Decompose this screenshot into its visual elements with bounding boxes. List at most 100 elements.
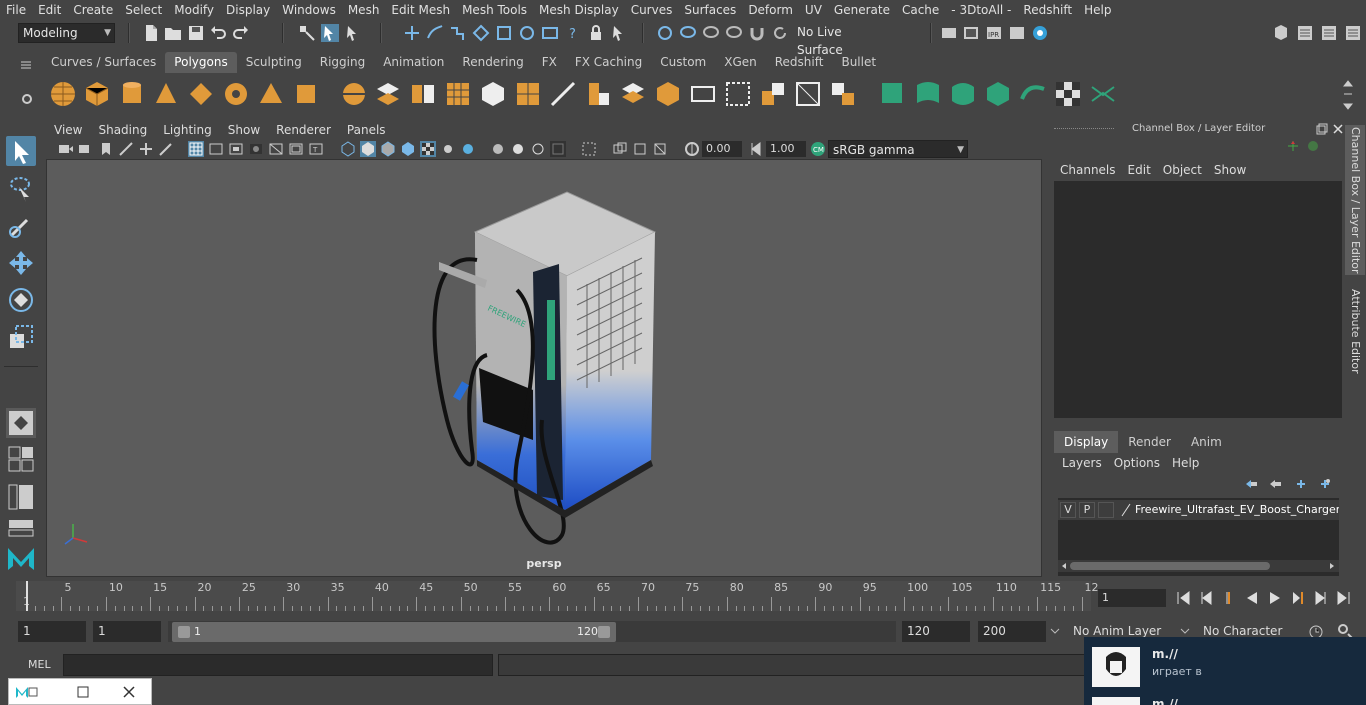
tab-xgen[interactable]: XGen (715, 52, 766, 73)
menu-redshift[interactable]: Redshift (1017, 0, 1078, 20)
remesh-icon[interactable] (513, 79, 543, 109)
exposure-icon[interactable] (684, 141, 700, 157)
exposure-field[interactable]: 0.00 (702, 141, 742, 157)
uv-layout-icon[interactable] (1088, 79, 1118, 109)
tab-bullet[interactable]: Bullet (832, 52, 885, 73)
uv-checker-icon[interactable] (1053, 79, 1083, 109)
textured-icon[interactable] (400, 141, 416, 157)
isolate-select-icon[interactable] (581, 141, 597, 157)
scroll-right-icon[interactable] (1328, 562, 1336, 570)
move-layer-up-icon[interactable] (1244, 478, 1258, 490)
save-scene-icon[interactable] (187, 24, 205, 42)
poly-pyramid-icon[interactable] (256, 79, 286, 109)
move-tool[interactable] (6, 248, 36, 278)
lights-icon[interactable] (460, 141, 476, 157)
refresh-icon[interactable] (771, 24, 789, 42)
lasso-icon[interactable] (679, 24, 697, 42)
panel-menu-view[interactable]: View (46, 121, 90, 139)
tab-animation[interactable]: Animation (374, 52, 453, 73)
menu-cache[interactable]: Cache (896, 0, 945, 20)
color-management-icon[interactable]: CM (810, 141, 826, 157)
tab-sculpting[interactable]: Sculpting (237, 52, 311, 73)
playback-start-field[interactable]: 1 (93, 621, 161, 642)
current-time-indicator[interactable] (26, 581, 28, 611)
uv-spherical-icon[interactable] (948, 79, 978, 109)
smooth-icon[interactable] (443, 79, 473, 109)
menu-file[interactable]: File (0, 0, 32, 20)
select-by-component-icon[interactable] (344, 24, 362, 42)
uv-planar-icon[interactable] (878, 79, 908, 109)
four-view-layout[interactable] (6, 444, 36, 474)
magnet-icon[interactable] (748, 24, 766, 42)
panel-menu-panels[interactable]: Panels (339, 121, 394, 139)
step-back-frame-icon[interactable] (1220, 589, 1238, 607)
layer-color-swatch-icon[interactable] (1118, 502, 1134, 518)
safe-title-icon[interactable]: T (308, 141, 324, 157)
tab-channel-box[interactable]: Channel Box / Layer Editor (1345, 125, 1365, 275)
step-forward-frame-icon[interactable] (1289, 589, 1307, 607)
select-camera-icon[interactable] (58, 141, 74, 157)
menu-edit[interactable]: Edit (32, 0, 67, 20)
bridge-icon[interactable] (653, 79, 683, 109)
panel-menu-shading[interactable]: Shading (90, 121, 155, 139)
wireframe-on-shaded-icon[interactable] (380, 141, 396, 157)
menu-display[interactable]: Display (220, 0, 276, 20)
panel-menu-lighting[interactable]: Lighting (155, 121, 220, 139)
live-surface-field[interactable]: No Live Surface (793, 23, 891, 57)
workspace-layout-icon[interactable] (1272, 24, 1290, 42)
uv-automatic-icon[interactable] (983, 79, 1013, 109)
scale-tool[interactable] (6, 322, 36, 352)
use-all-lights-icon[interactable] (420, 141, 436, 157)
anti-aliasing-icon[interactable] (530, 141, 546, 157)
grid-icon[interactable] (188, 141, 204, 157)
depth-of-field-icon[interactable] (550, 141, 566, 157)
poly-plane-icon[interactable] (186, 79, 216, 109)
gamma-icon[interactable] (748, 141, 764, 157)
safe-action-icon[interactable] (288, 141, 304, 157)
grease-pencil-icon[interactable] (158, 141, 174, 157)
combine-icon[interactable] (339, 79, 369, 109)
channel-menu-edit[interactable]: Edit (1122, 160, 1157, 180)
render-view-icon[interactable] (541, 24, 559, 42)
extrude-icon[interactable] (583, 79, 613, 109)
playback-end-field[interactable]: 120 (902, 621, 970, 642)
channel-box-toggle-icon[interactable] (1296, 24, 1314, 42)
tweak-icon[interactable] (725, 24, 743, 42)
move-layer-down-icon[interactable] (1268, 478, 1282, 490)
panel-menu-renderer[interactable]: Renderer (268, 121, 339, 139)
tab-fx-caching[interactable]: FX Caching (566, 52, 651, 73)
render-current-frame-icon[interactable] (962, 24, 980, 42)
layer-menu-help[interactable]: Help (1164, 453, 1203, 473)
uv-cylindrical-icon[interactable] (913, 79, 943, 109)
time-slider[interactable]: 1510152025303540455055606570758085909510… (16, 581, 1099, 611)
snap-grid-icon[interactable] (403, 24, 421, 42)
new-layer-selected-icon[interactable] (1318, 478, 1332, 490)
tab-custom[interactable]: Custom (651, 52, 715, 73)
poly-torus-icon[interactable] (221, 79, 251, 109)
new-layer-icon[interactable] (1294, 478, 1308, 490)
speed-icon[interactable] (1306, 139, 1320, 153)
menu-help[interactable]: Help (1078, 0, 1117, 20)
tab-rendering[interactable]: Rendering (453, 52, 532, 73)
poly-sphere-icon[interactable] (48, 79, 78, 109)
shadows-icon[interactable] (440, 141, 456, 157)
perspective-viewport[interactable]: FREEWIRE persp (46, 159, 1042, 577)
maximize-icon[interactable] (77, 686, 89, 698)
collapse-icon[interactable] (828, 79, 858, 109)
tab-render[interactable]: Render (1118, 431, 1181, 453)
image-plane-icon[interactable] (118, 141, 134, 157)
menu-edit-mesh[interactable]: Edit Mesh (385, 0, 456, 20)
undo-icon[interactable] (209, 24, 227, 42)
command-input[interactable] (63, 654, 493, 676)
snap-projected-center-icon[interactable] (518, 24, 536, 42)
play-backward-icon[interactable] (1243, 589, 1261, 607)
xray-active-components-icon[interactable] (652, 141, 668, 157)
activity-notification[interactable]: m.// играет в m.// (1084, 637, 1366, 705)
reduce-icon[interactable] (478, 79, 508, 109)
symmetry-icon[interactable] (656, 24, 674, 42)
go-to-end-icon[interactable] (1335, 589, 1353, 607)
hypershade-icon[interactable] (1031, 24, 1049, 42)
new-scene-icon[interactable] (142, 24, 160, 42)
layer-menu-options[interactable]: Options (1106, 453, 1164, 473)
menu-uv[interactable]: UV (799, 0, 828, 20)
